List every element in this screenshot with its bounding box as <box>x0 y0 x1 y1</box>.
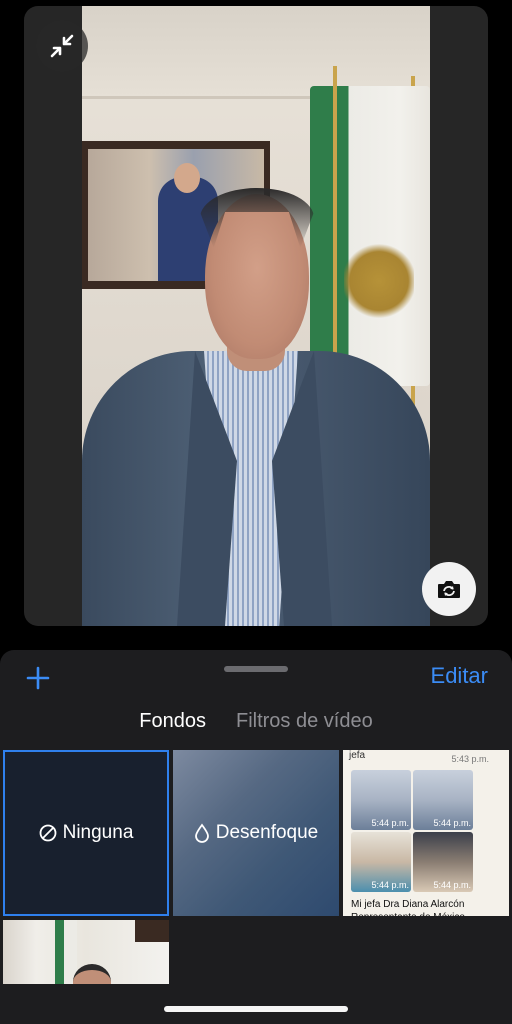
background-photo-tile[interactable]: jefa 5:43 p.m. 5:44 p.m. 5:44 p.m. 5:44 … <box>343 750 509 916</box>
flag-pole <box>333 66 337 396</box>
prohibited-icon <box>39 824 57 842</box>
collapse-button[interactable] <box>36 20 88 72</box>
plus-icon <box>26 666 50 690</box>
home-indicator[interactable] <box>164 1006 348 1012</box>
edit-button[interactable]: Editar <box>431 663 488 689</box>
background-none-tile[interactable]: Ninguna <box>3 750 169 916</box>
droplet-icon <box>194 823 209 843</box>
chat-image: 5:44 p.m. <box>413 832 473 892</box>
camera-flip-icon <box>438 581 460 598</box>
chat-header: jefa <box>349 750 366 761</box>
background-blur-label: Desenfoque <box>215 822 319 843</box>
screen: Editar Fondos Filtros de vídeo Ninguna D… <box>0 0 512 1024</box>
background-blur-tile[interactable]: Desenfoque <box>173 750 339 916</box>
tab-bar: Fondos Filtros de vídeo <box>0 710 512 740</box>
tab-backgrounds[interactable]: Fondos <box>139 710 206 740</box>
flip-camera-button[interactable] <box>422 562 476 616</box>
flag <box>310 86 430 386</box>
chat-caption: Mi jefa Dra Diana Alarcón Representante … <box>351 899 465 916</box>
background-grid: Ninguna Desenfoque jefa 5:43 p.m. 5:44 p… <box>0 750 512 990</box>
tab-video-filters[interactable]: Filtros de vídeo <box>236 710 373 740</box>
video-feed <box>82 6 430 626</box>
flag-emblem <box>344 241 414 321</box>
backgrounds-sheet: Editar Fondos Filtros de vídeo Ninguna D… <box>0 650 512 1024</box>
add-background-button[interactable] <box>22 662 54 694</box>
background-none-label: Ninguna <box>62 822 134 843</box>
sheet-grabber[interactable] <box>224 666 288 672</box>
chat-time: 5:43 p.m. <box>451 754 489 764</box>
background-photo-tile[interactable] <box>3 920 169 984</box>
camera-preview <box>24 6 488 626</box>
chat-image: 5:44 p.m. <box>351 832 411 892</box>
collapse-arrows-icon <box>50 34 74 58</box>
ceiling <box>82 6 430 98</box>
chat-image: 5:44 p.m. <box>351 770 411 830</box>
chat-image: 5:44 p.m. <box>413 770 473 830</box>
